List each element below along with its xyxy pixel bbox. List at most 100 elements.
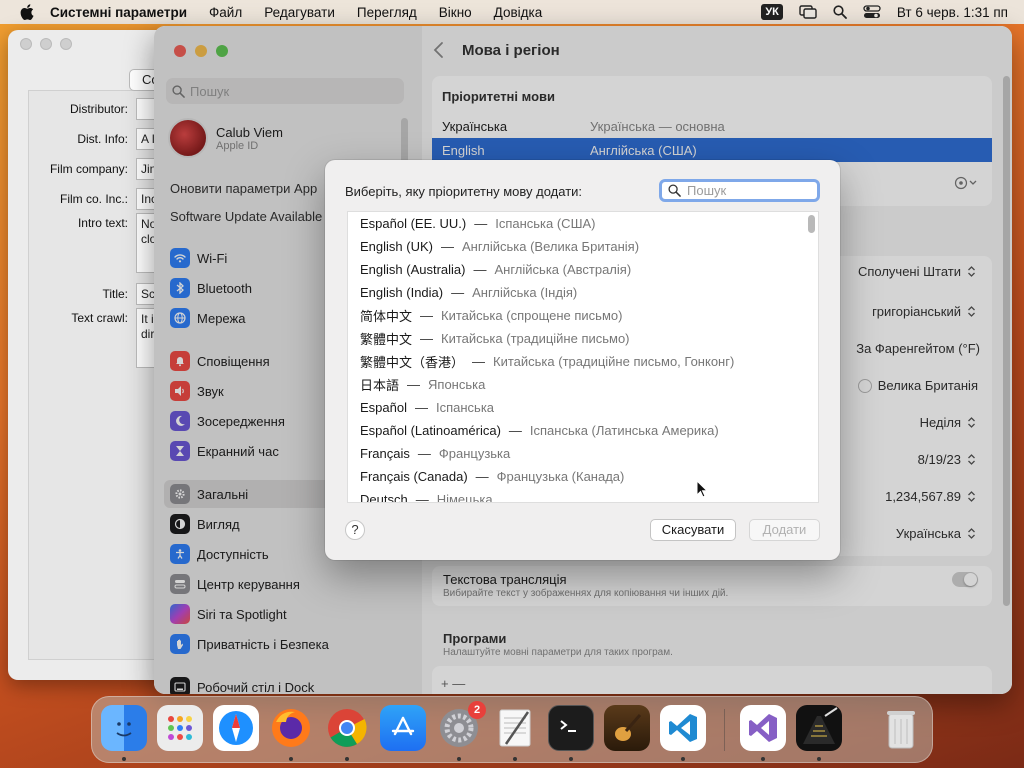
language-name: Français [360,446,410,461]
dock: 2 [91,696,933,763]
chrome-icon[interactable] [324,705,370,751]
distributor-label: Distributor: [69,102,128,116]
list-item[interactable]: 繁體中文 — Китайська (традиційне письмо) [360,327,630,350]
language-search-input[interactable]: Пошук [659,179,820,202]
list-item[interactable]: Español (Latinoamérica) — Іспанська (Латин… [360,419,719,442]
dist-info-label: Dist. Info: [77,132,128,146]
list-item[interactable]: 繁體中文（香港） — Китайська (традиційне письмо, Г… [360,350,734,373]
script-editor-icon[interactable] [492,705,538,751]
system-settings-icon[interactable]: 2 [436,701,486,751]
language-desc: Французька (Канада) [496,469,625,484]
language-name: 繁體中文（香港） [360,355,465,370]
dialog-prompt: Виберіть, яку пріоритетну мову додати: [345,184,583,199]
add-button[interactable]: Додати [749,519,820,541]
menu-help[interactable]: Довідка [494,5,543,20]
list-item[interactable]: 简体中文 — Китайська (спрощене письмо) [360,304,622,327]
language-desc: Французька [438,446,511,461]
close-button[interactable] [20,38,32,50]
separator-dash: — [508,423,522,438]
language-desc: Іспанська (США) [495,216,596,231]
list-item[interactable]: Français — Французька [360,442,510,465]
list-item[interactable]: English (Australia) — Англійська (Австралі… [360,258,631,281]
garageband-icon[interactable] [604,705,650,751]
search-icon [668,184,681,197]
separator-dash: — [472,354,486,369]
separator-dash: — [474,216,488,231]
list-scrollbar[interactable] [808,215,815,233]
language-desc: Китайська (традиційне письмо) [441,331,630,346]
separator-dash: — [417,446,431,461]
separator-dash: — [451,285,465,300]
language-name: 日本語 [360,378,400,393]
terminal-icon[interactable] [548,705,594,751]
finder-icon[interactable] [101,705,147,751]
separator-dash: — [420,331,434,346]
language-name: English (Australia) [360,262,466,277]
minimize-button[interactable] [40,38,52,50]
list-item[interactable]: Español (EE. UU.) — Іспанська (США) [360,212,595,235]
running-indicator [569,757,573,761]
screen-mirroring-icon[interactable] [799,5,817,19]
film-window: Co Distributor: Dist. Info: A I Film com… [8,30,178,680]
menu-edit[interactable]: Редагувати [264,5,335,20]
separator-dash: — [407,377,421,392]
language-list[interactable]: Español (EE. UU.) — Іспанська (США) Englis… [347,211,819,503]
running-indicator [681,757,685,761]
film-co-inc-label: Film co. Inc.: [59,192,128,206]
list-item[interactable]: 日本語 — Японська [360,373,485,396]
menu-bar: Системні параметри Файл Редагувати Перег… [0,0,1024,24]
language-name: 简体中文 [360,309,413,324]
language-name: English (India) [360,285,444,300]
language-desc: Іспанська [435,400,495,415]
launchpad-icon[interactable] [157,705,203,751]
language-name: Deutsch [360,492,408,503]
app-store-icon[interactable] [380,705,426,751]
language-name: Español [360,400,407,415]
safari-icon[interactable] [213,705,259,751]
spotlight-search-icon[interactable] [833,5,847,19]
language-desc: Англійська (Індія) [472,285,578,300]
visual-studio-icon[interactable] [740,705,786,751]
language-name: 繁體中文 [360,332,413,347]
zoom-button[interactable] [60,38,72,50]
intro-text-label: Intro text: [77,216,128,230]
notification-badge: 2 [468,701,486,719]
language-desc: Англійська (Велика Британія) [461,239,640,254]
list-item[interactable]: English (India) — Англійська (Індія) [360,281,577,304]
menubar-clock[interactable]: Вт 6 черв. 1:31 пп [897,5,1008,20]
input-source-indicator[interactable]: УК [761,4,783,20]
language-name: Español (EE. UU.) [360,216,467,231]
language-desc: Японська [428,377,486,392]
language-desc: Німецька [436,492,493,503]
menu-file[interactable]: Файл [209,5,242,20]
language-name: Español (Latinoamérica) [360,423,501,438]
help-button[interactable]: ? [345,520,365,540]
menu-app-name[interactable]: Системні параметри [50,5,187,20]
running-indicator [817,757,821,761]
separator-dash: — [473,262,487,277]
list-item[interactable]: Deutsch — Німецька [360,488,493,503]
menu-view[interactable]: Перегляд [357,5,417,20]
control-center-icon[interactable] [863,5,881,19]
film-company-label: Film company: [49,162,128,176]
vscode-icon[interactable] [660,705,706,751]
mouse-cursor-icon [696,480,708,498]
language-desc: Англійська (Австралія) [494,262,632,277]
window-controls [20,38,72,50]
list-item[interactable]: Español — Іспанська [360,396,494,419]
trash-icon[interactable] [878,705,924,751]
title-label: Title: [102,287,128,301]
cancel-button[interactable]: Скасувати [650,519,736,541]
running-indicator [289,757,293,761]
firefox-icon[interactable] [268,705,314,751]
apple-menu-icon[interactable] [20,4,36,20]
language-desc: Китайська (традиційне письмо, Гонконг) [493,354,735,369]
search-placeholder: Пошук [687,183,727,198]
menu-window[interactable]: Вікно [439,5,472,20]
crawl-app-icon[interactable] [796,705,842,751]
language-desc: Іспанська (Латинська Америка) [529,423,719,438]
list-item[interactable]: Français (Canada) — Французька (Канада) [360,465,624,488]
separator-dash: — [475,469,489,484]
running-indicator [345,757,349,761]
list-item[interactable]: English (UK) — Англійська (Велика Британія… [360,235,639,258]
